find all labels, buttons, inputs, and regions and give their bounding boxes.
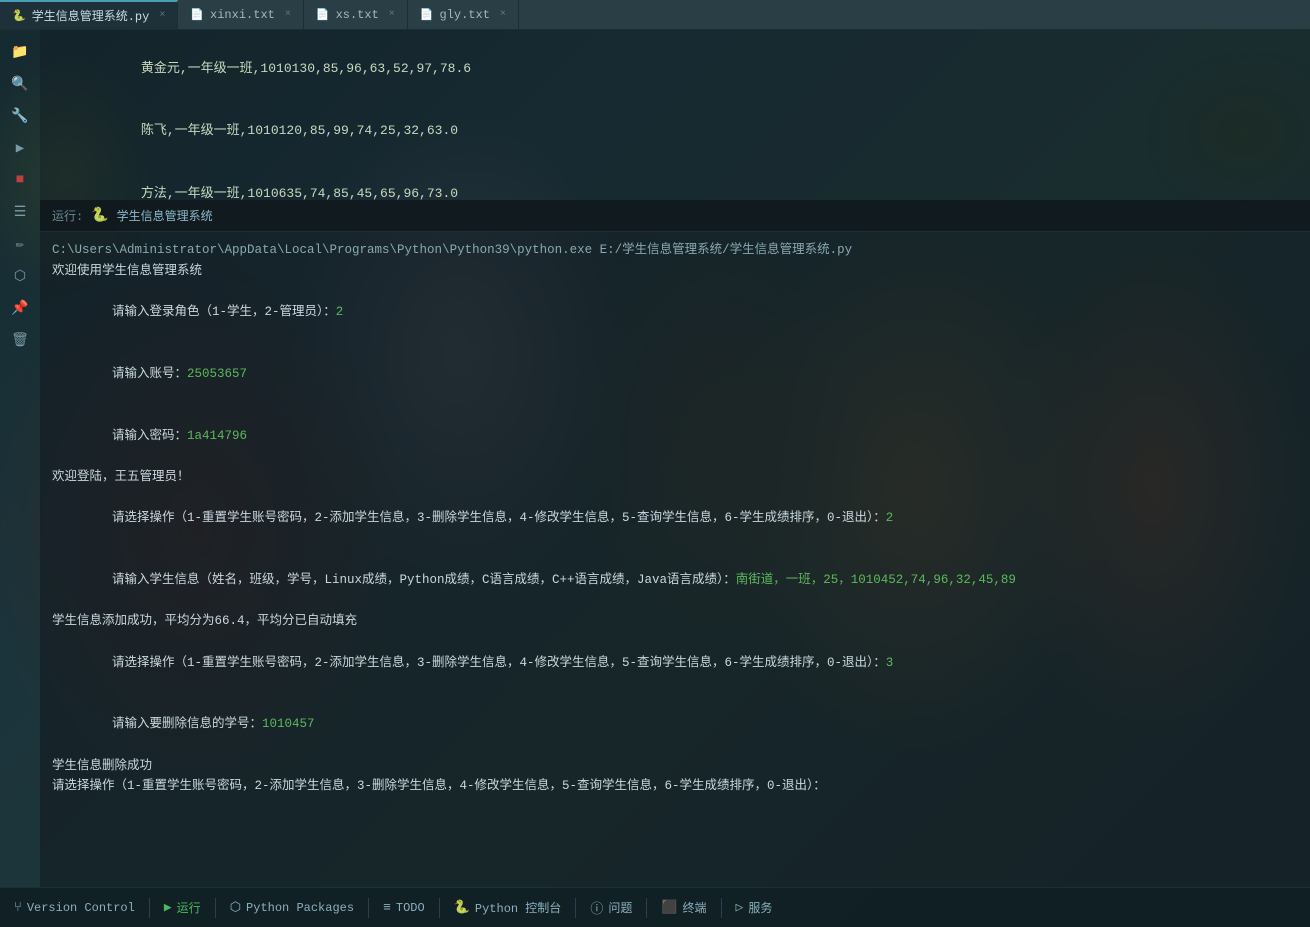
file-icon-1: 📄 bbox=[190, 8, 204, 22]
terminal-line-welcome: 欢迎使用学生信息管理系统 bbox=[52, 261, 1298, 282]
terminal-area: 运行: 🐍 学生信息管理系统 C:\Users\Administrator\Ap… bbox=[40, 200, 1310, 887]
tab-close-icon-3[interactable]: × bbox=[389, 9, 395, 20]
tab-gly[interactable]: 📄 gly.txt × bbox=[408, 0, 519, 29]
python-packages-label: Python Packages bbox=[246, 901, 354, 915]
sidebar-icon-trash[interactable]: 🗑 bbox=[5, 326, 35, 354]
tab-python-file[interactable]: 🐍 学生信息管理系统.py × bbox=[0, 0, 178, 29]
tab-xs[interactable]: 📄 xs.txt × bbox=[304, 0, 408, 29]
terminal-icon: ⬛ bbox=[661, 900, 677, 915]
tab-label-4: gly.txt bbox=[440, 8, 490, 22]
terminal-line-delete-success: 学生信息删除成功 bbox=[52, 756, 1298, 777]
code-line-2: 陈飞,一年级一班,1010120,85,99,74,25,32,63.0 bbox=[52, 100, 1298, 162]
sidebar-icon-wrench[interactable]: 🔧 bbox=[5, 102, 35, 130]
tab-close-icon-2[interactable]: × bbox=[285, 9, 291, 20]
status-divider-7 bbox=[721, 898, 722, 918]
run-icon: ▶ bbox=[164, 900, 172, 915]
file-icon-2: 📄 bbox=[316, 8, 330, 22]
tab-close-icon-4[interactable]: × bbox=[500, 9, 506, 20]
status-python-packages[interactable]: ⬡ Python Packages bbox=[220, 888, 364, 927]
terminal-app-icon: 🐍 bbox=[91, 207, 108, 224]
terminal-header: 运行: 🐍 学生信息管理系统 bbox=[40, 200, 1310, 232]
sidebar-icon-stack[interactable]: ⬡ bbox=[5, 262, 35, 290]
terminal-line-op2: 请选择操作（1-重置学生账号密码，2-添加学生信息，3-删除学生信息，4-修改学… bbox=[52, 632, 1298, 694]
problems-icon: ⓘ bbox=[590, 898, 603, 917]
sidebar-icon-run[interactable]: ▶ bbox=[5, 134, 35, 162]
terminal-line-add-success: 学生信息添加成功，平均分为66.4，平均分已自动填充 bbox=[52, 611, 1298, 632]
problems-label: 问题 bbox=[608, 899, 632, 916]
terminal-body: C:\Users\Administrator\AppData\Local\Pro… bbox=[40, 232, 1310, 805]
terminal-line-op1: 请选择操作（1-重置学生账号密码，2-添加学生信息，3-删除学生信息，4-修改学… bbox=[52, 488, 1298, 550]
status-divider-4 bbox=[439, 898, 440, 918]
python-icon: 🐍 bbox=[12, 9, 26, 23]
python-packages-icon: ⬡ bbox=[230, 900, 241, 915]
status-services[interactable]: ▷ 服务 bbox=[726, 888, 783, 927]
status-divider-3 bbox=[368, 898, 369, 918]
status-bar: ⑂ Version Control ▶ 运行 ⬡ Python Packages… bbox=[0, 887, 1310, 927]
version-control-icon: ⑂ bbox=[14, 900, 22, 915]
terminal-line-input-student: 请输入学生信息（姓名，班级，学号，Linux成绩，Python成绩，C语言成绩，… bbox=[52, 549, 1298, 611]
run-prefix-label: 运行: bbox=[52, 207, 83, 224]
terminal-command: C:\Users\Administrator\AppData\Local\Pro… bbox=[52, 240, 1298, 261]
status-divider-6 bbox=[646, 898, 647, 918]
tab-label-2: xinxi.txt bbox=[210, 8, 275, 22]
sidebar-icon-pin[interactable]: 📌 bbox=[5, 294, 35, 322]
sidebar-icon-stop[interactable]: ■ bbox=[5, 166, 35, 194]
terminal-line-delete-id: 请输入要删除信息的学号：1010457 bbox=[52, 694, 1298, 756]
status-run[interactable]: ▶ 运行 bbox=[154, 888, 211, 927]
sidebar-icon-search[interactable]: 🔍 bbox=[5, 70, 35, 98]
left-sidebar: 📁 🔍 🔧 ▶ ■ ☰ ✏ ⬡ 📌 🗑 bbox=[0, 30, 40, 887]
todo-icon: ≡ bbox=[383, 900, 391, 915]
services-label: 服务 bbox=[748, 899, 772, 916]
editor-area: 黄金元,一年级一班,1010130,85,96,63,52,97,78.6 陈飞… bbox=[40, 30, 1310, 200]
python-console-icon: 🐍 bbox=[454, 900, 470, 915]
code-line-1: 黄金元,一年级一班,1010130,85,96,63,52,97,78.6 bbox=[52, 38, 1298, 100]
status-problems[interactable]: ⓘ 问题 bbox=[580, 888, 642, 927]
main-content: 黄金元,一年级一班,1010130,85,96,63,52,97,78.6 陈飞… bbox=[40, 30, 1310, 887]
sidebar-icon-folder[interactable]: 📁 bbox=[5, 38, 35, 66]
status-divider-1 bbox=[149, 898, 150, 918]
run-label: 运行 bbox=[177, 899, 201, 916]
tab-label-3: xs.txt bbox=[336, 8, 379, 22]
file-icon-3: 📄 bbox=[420, 8, 434, 22]
sidebar-icon-edit[interactable]: ✏ bbox=[5, 230, 35, 258]
python-console-label: Python 控制台 bbox=[475, 899, 561, 916]
sidebar-icon-list[interactable]: ☰ bbox=[5, 198, 35, 226]
tab-xinxi[interactable]: 📄 xinxi.txt × bbox=[178, 0, 304, 29]
terminal-app-name: 学生信息管理系统 bbox=[117, 207, 213, 224]
terminal-line-account: 请输入账号：25053657 bbox=[52, 343, 1298, 405]
terminal-label: 终端 bbox=[683, 899, 707, 916]
terminal-line-op3: 请选择操作（1-重置学生账号密码，2-添加学生信息，3-删除学生信息，4-修改学… bbox=[52, 776, 1298, 797]
status-version-control[interactable]: ⑂ Version Control bbox=[4, 888, 145, 927]
status-python-console[interactable]: 🐍 Python 控制台 bbox=[444, 888, 572, 927]
services-icon: ▷ bbox=[736, 900, 744, 915]
tab-label: 学生信息管理系统.py bbox=[32, 7, 150, 24]
terminal-line-welcome-admin: 欢迎登陆，王五管理员！ bbox=[52, 467, 1298, 488]
todo-label: TODO bbox=[396, 901, 425, 915]
terminal-line-role: 请输入登录角色（1-学生，2-管理员）：2 bbox=[52, 281, 1298, 343]
code-line-3: 方法,一年级一班,1010635,74,85,45,65,96,73.0 bbox=[52, 163, 1298, 200]
terminal-line-password: 请输入密码：1a414796 bbox=[52, 405, 1298, 467]
status-divider-2 bbox=[215, 898, 216, 918]
status-terminal[interactable]: ⬛ 终端 bbox=[651, 888, 716, 927]
status-todo[interactable]: ≡ TODO bbox=[373, 888, 435, 927]
status-divider-5 bbox=[575, 898, 576, 918]
version-control-label: Version Control bbox=[27, 901, 135, 915]
tab-close-icon[interactable]: × bbox=[159, 10, 165, 21]
tab-bar: 🐍 学生信息管理系统.py × 📄 xinxi.txt × 📄 xs.txt ×… bbox=[0, 0, 1310, 30]
